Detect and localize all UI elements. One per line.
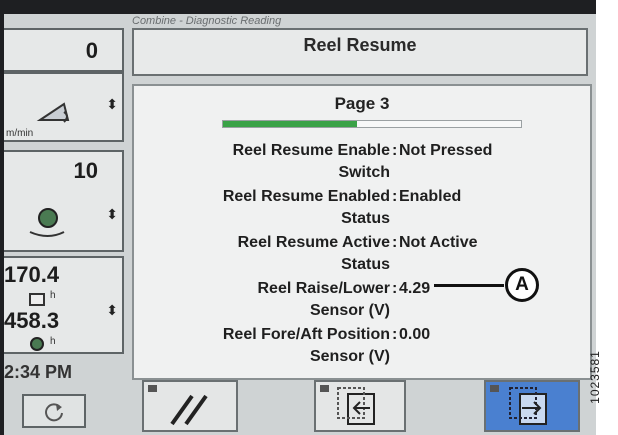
gauge-engine-hours-adjust-icon[interactable]: ⬍	[106, 302, 118, 319]
row-name: Reel Raise/Lower Sensor (V)	[257, 280, 391, 319]
row-colon: :	[392, 280, 398, 297]
page-progress-fill	[223, 121, 358, 127]
softkey-tag-icon	[320, 385, 329, 392]
refresh-button[interactable]	[22, 394, 86, 428]
heading-arrow-icon	[36, 102, 70, 123]
callout-a: A	[505, 268, 539, 302]
row-name: Reel Resume Enable Switch	[232, 142, 390, 181]
gauge-reel-value: 10	[73, 158, 98, 183]
figure-id-strip: 1023581	[588, 0, 618, 435]
row-value: 0.00	[399, 326, 431, 343]
softkey-tag-icon	[490, 385, 499, 392]
row-colon: :	[392, 234, 398, 251]
gauge-heading-adjust-icon[interactable]: ⬍	[106, 96, 118, 113]
page-next-icon	[509, 387, 547, 425]
row-name: Reel Resume Active Status	[237, 234, 390, 273]
page-next-button[interactable]	[484, 380, 580, 432]
row-value: 4.29	[399, 280, 431, 297]
row-name: Reel Fore/Aft Position Sensor (V)	[222, 326, 390, 365]
softkey-bar	[132, 380, 596, 435]
softkey-tag-icon	[148, 385, 157, 392]
gauge-engine-hours-value-2: 458.3	[4, 308, 60, 333]
diagonal-stripes-icon	[170, 394, 208, 426]
row-value: Not Pressed	[399, 142, 493, 159]
page-progress-bar	[222, 120, 522, 128]
gauge-ground-speed[interactable]: 0	[4, 28, 124, 72]
diagnostic-content: Page 3 Reel Resume Enable Switch : Not Pr…	[132, 84, 592, 380]
gauge-engine-hours-value-1: 170.4	[4, 262, 60, 287]
gauge-engine-hours-unit-1: h	[50, 290, 56, 301]
page-label: Page 3	[334, 94, 390, 113]
stripes-button[interactable]	[142, 380, 238, 432]
left-gauge-column: 0 ⬍ m/min 10 ⬍ 170.4 h 458.3 h ⬍ 2:34 PM	[4, 14, 130, 435]
refresh-icon	[45, 403, 63, 422]
row-colon: :	[392, 326, 398, 343]
figure-id: 1023581	[587, 350, 602, 404]
gauge-engine-hours-unit-2: h	[50, 336, 56, 347]
engine-hours-icon-2	[30, 337, 44, 351]
clock: 2:34 PM	[4, 362, 73, 382]
page-back-button[interactable]	[314, 380, 406, 432]
engine-hours-icon	[29, 293, 45, 306]
gauge-heading-unit: m/min	[6, 128, 34, 139]
row-name: Reel Resume Enabled Status	[222, 188, 390, 227]
breadcrumb: Combine - Diagnostic Reading	[132, 15, 282, 27]
display-photo: 0 ⬍ m/min 10 ⬍ 170.4 h 458.3 h ⬍ 2:34 PM…	[0, 0, 596, 435]
row-value: Enabled	[399, 188, 462, 205]
row-colon: :	[392, 188, 398, 205]
gauge-ground-speed-value: 0	[85, 38, 98, 63]
gauge-reel-adjust-icon[interactable]: ⬍	[106, 206, 118, 223]
gauge-engine-hours[interactable]: 170.4 h 458.3 h ⬍	[4, 256, 124, 354]
reel-gear-icon	[29, 208, 65, 237]
display-screen: 0 ⬍ m/min 10 ⬍ 170.4 h 458.3 h ⬍ 2:34 PM…	[4, 14, 596, 435]
gauge-heading[interactable]: ⬍ m/min	[4, 72, 124, 142]
diagnostic-panel: Combine - Diagnostic Reading Reel Resume…	[132, 14, 596, 435]
page-back-icon	[337, 387, 375, 425]
row-colon: :	[392, 142, 398, 159]
gauge-reel[interactable]: 10 ⬍	[4, 150, 124, 252]
page-title: Reel Resume	[132, 28, 588, 76]
callout-leader-line	[434, 284, 504, 287]
row-value: Not Active	[399, 234, 478, 251]
